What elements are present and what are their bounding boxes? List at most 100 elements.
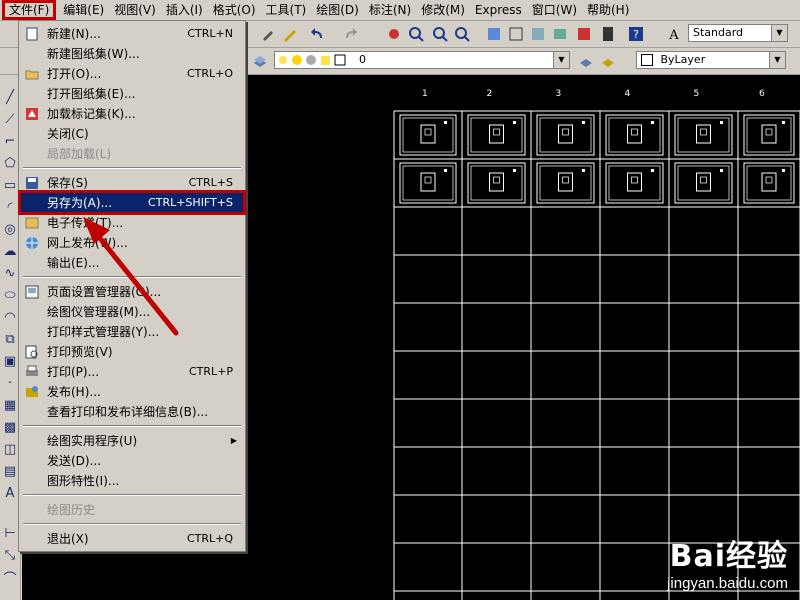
make-block-icon[interactable]: ▣ — [2, 353, 18, 369]
menu-item-new[interactable]: 新建(N)... CTRL+N — [21, 24, 243, 43]
multiline-text-icon[interactable]: A — [2, 485, 18, 501]
menu-item-new-sheet-set[interactable]: 新建图纸集(W)... — [21, 44, 243, 63]
region-icon[interactable]: ◫ — [2, 441, 18, 457]
dimension-arc-icon[interactable]: ⌒ — [2, 569, 18, 587]
layer-manager-icon[interactable] — [250, 51, 270, 71]
color-select[interactable]: ByLayer ▼ — [636, 51, 786, 69]
menu-item-exit[interactable]: 退出(X) CTRL+Q — [21, 529, 243, 548]
menu-separator — [23, 523, 241, 525]
menu-item-print[interactable]: 打印(P)... CTRL+P — [21, 362, 243, 381]
dimension-linear-icon[interactable]: ⊢ — [2, 525, 18, 541]
menu-item-view-plot-details[interactable]: 查看打印和发布详细信息(B)... — [21, 402, 243, 421]
svg-text:?: ? — [633, 28, 639, 41]
menu-item-close[interactable]: 关闭(C) — [21, 124, 243, 143]
menu-item-plot-style-manager[interactable]: 打印样式管理器(Y)... — [21, 322, 243, 341]
menu-item-etransmit[interactable]: 电子传递(T)... — [21, 213, 243, 232]
menu-draw[interactable]: 绘图(D) — [311, 1, 364, 19]
properties-icon[interactable] — [484, 24, 504, 44]
calculator-icon[interactable] — [598, 24, 618, 44]
layer-previous-icon[interactable] — [598, 51, 618, 71]
menu-item-print-preview[interactable]: 打印预览(V) — [21, 342, 243, 361]
make-current-layer-icon[interactable] — [576, 51, 596, 71]
drawing-sheet-thumbnail[interactable] — [605, 162, 664, 204]
menu-item-drawing-properties[interactable]: 图形特性(I)... — [21, 471, 243, 490]
redo-icon[interactable] — [340, 24, 360, 44]
construction-line-icon[interactable]: ⟋ — [2, 111, 18, 127]
menu-edit[interactable]: 编辑(E) — [58, 1, 109, 19]
insert-block-icon[interactable]: ⧉ — [2, 331, 18, 347]
menu-item-open[interactable]: 打开(O)... CTRL+O — [21, 64, 243, 83]
drawing-sheet-thumbnail[interactable] — [605, 114, 664, 156]
menu-item-save[interactable]: 保存(S) CTRL+S — [21, 173, 243, 192]
tool-palettes-icon[interactable] — [528, 24, 548, 44]
table-icon[interactable]: ▤ — [2, 463, 18, 479]
menu-item-drawing-utilities[interactable]: 绘图实用程序(U) ▶ — [21, 431, 243, 450]
ellipse-icon[interactable]: ⬭ — [2, 287, 18, 303]
undo-icon[interactable] — [308, 24, 328, 44]
menu-view[interactable]: 视图(V) — [109, 1, 161, 19]
menu-item-label: 图形特性(I)... — [47, 474, 120, 488]
polygon-icon[interactable]: ⬠ — [2, 155, 18, 171]
menu-item-label: 网上发布(W)... — [47, 236, 128, 250]
brush-icon[interactable] — [258, 24, 278, 44]
chevron-down-icon[interactable]: ▼ — [553, 52, 569, 68]
arc-icon[interactable]: ◜ — [2, 199, 18, 215]
file-menu-dropdown: 新建(N)... CTRL+N 新建图纸集(W)... 打开(O)... CTR… — [18, 20, 246, 552]
menu-format[interactable]: 格式(O) — [208, 1, 261, 19]
menu-item-export[interactable]: 输出(E)... — [21, 253, 243, 272]
menu-item-save-as[interactable]: 另存为(A)... CTRL+SHIFT+S — [18, 190, 246, 215]
zoom-window-icon[interactable] — [430, 24, 450, 44]
design-center-icon[interactable] — [506, 24, 526, 44]
menu-file[interactable]: 文件(F) — [2, 0, 57, 20]
menu-modify[interactable]: 修改(M) — [416, 1, 470, 19]
chevron-down-icon[interactable]: ▼ — [771, 25, 787, 41]
drawing-sheet-thumbnail[interactable] — [399, 162, 457, 204]
help-icon[interactable]: ? — [626, 24, 646, 44]
menu-item-load-markup-set[interactable]: 加载标记集(K)... — [21, 104, 243, 123]
menu-item-plotter-manager[interactable]: 绘图仪管理器(M)... — [21, 302, 243, 321]
menu-item-page-setup-manager[interactable]: 页面设置管理器(G)... — [21, 282, 243, 301]
drawing-sheet-thumbnail[interactable] — [467, 114, 526, 156]
menu-express[interactable]: Express — [470, 1, 527, 19]
drawing-sheet-thumbnail[interactable] — [467, 162, 526, 204]
hatch-icon[interactable]: ▦ — [2, 397, 18, 413]
drawing-sheet-thumbnail[interactable] — [536, 162, 595, 204]
pencil-icon[interactable] — [280, 24, 300, 44]
polyline-icon[interactable]: ⌐ — [2, 133, 18, 149]
drawing-sheet-thumbnail[interactable] — [399, 114, 457, 156]
markup-set-icon[interactable] — [574, 24, 594, 44]
sheet-set-icon[interactable] — [550, 24, 570, 44]
drawing-sheet-thumbnail[interactable] — [743, 114, 795, 156]
menu-item-label: 打开(O)... — [47, 67, 102, 81]
drawing-sheet-thumbnail[interactable] — [536, 114, 595, 156]
menu-tools[interactable]: 工具(T) — [261, 1, 312, 19]
dimension-aligned-icon[interactable]: ⤡ — [2, 547, 18, 563]
drawing-sheet-thumbnail[interactable] — [743, 162, 795, 204]
pan-icon[interactable] — [384, 24, 404, 44]
chevron-down-icon[interactable]: ▼ — [769, 52, 785, 68]
drawing-sheet-thumbnail[interactable] — [674, 114, 733, 156]
point-icon[interactable]: · — [2, 375, 18, 391]
menu-window[interactable]: 窗口(W) — [527, 1, 582, 19]
ellipse-arc-icon[interactable]: ◠ — [2, 309, 18, 325]
line-icon[interactable]: ╱ — [2, 89, 18, 105]
circle-icon[interactable]: ◎ — [2, 221, 18, 237]
menu-dimension[interactable]: 标注(N) — [364, 1, 416, 19]
menu-help[interactable]: 帮助(H) — [582, 1, 634, 19]
rectangle-icon[interactable]: ▭ — [2, 177, 18, 193]
menu-item-send[interactable]: 发送(D)... — [21, 451, 243, 470]
menu-item-label: 打开图纸集(E)... — [47, 87, 136, 101]
menu-item-label: 打印预览(V) — [47, 345, 113, 359]
spline-icon[interactable]: ∿ — [2, 265, 18, 281]
zoom-previous-icon[interactable] — [452, 24, 472, 44]
menu-insert[interactable]: 插入(I) — [161, 1, 208, 19]
menu-item-publish[interactable]: 发布(H)... — [21, 382, 243, 401]
zoom-realtime-icon[interactable] — [406, 24, 426, 44]
menu-item-open-sheet-set[interactable]: 打开图纸集(E)... — [21, 84, 243, 103]
drawing-sheet-thumbnail[interactable] — [674, 162, 733, 204]
revision-cloud-icon[interactable]: ☁ — [2, 243, 18, 259]
text-style-select[interactable]: Standard ▼ — [688, 24, 788, 42]
menu-item-publish-web[interactable]: 网上发布(W)... — [21, 233, 243, 252]
layer-select[interactable]: 0 ▼ — [274, 51, 570, 69]
gradient-icon[interactable]: ▩ — [2, 419, 18, 435]
